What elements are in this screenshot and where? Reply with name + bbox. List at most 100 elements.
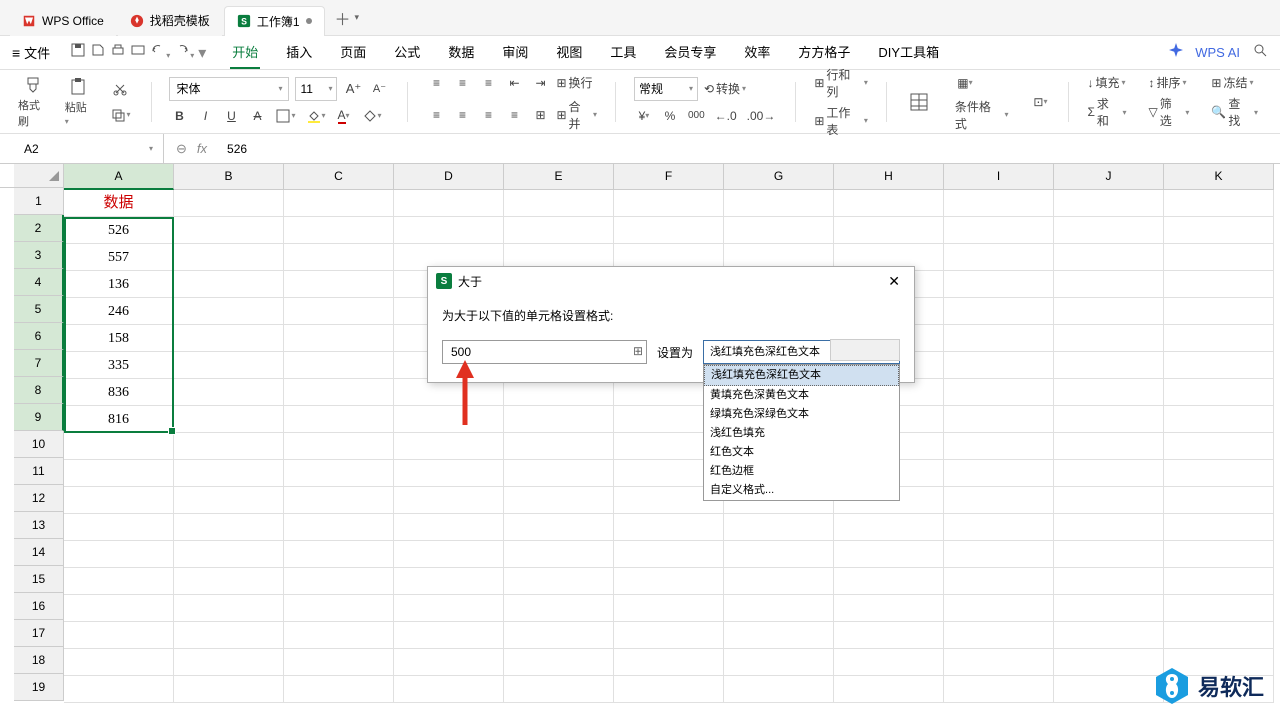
dropdown-option[interactable]: 浅红填充色深红色文本 [704, 365, 899, 386]
cell[interactable] [174, 298, 284, 325]
cell[interactable] [1054, 676, 1164, 703]
cell[interactable] [174, 568, 284, 595]
cell[interactable] [64, 622, 174, 649]
cell[interactable] [1054, 541, 1164, 568]
cell[interactable] [724, 514, 834, 541]
row-header[interactable]: 10 [14, 431, 64, 458]
cell[interactable] [504, 487, 614, 514]
row-header[interactable]: 1 [14, 188, 64, 215]
cell[interactable] [174, 649, 284, 676]
cell[interactable] [504, 217, 614, 244]
row-header[interactable]: 16 [14, 593, 64, 620]
cell-reference-box[interactable]: A2▾ [14, 134, 164, 163]
increase-decimal-icon[interactable]: .00→ [745, 105, 778, 127]
cell[interactable] [834, 541, 944, 568]
cell[interactable] [64, 514, 174, 541]
convert-button[interactable]: ⟲ 转换▾ [704, 80, 746, 97]
dropdown-option[interactable]: 浅红色填充 [704, 424, 899, 443]
cell[interactable] [174, 190, 284, 217]
cell[interactable] [1054, 487, 1164, 514]
cell[interactable] [394, 433, 504, 460]
cell[interactable] [944, 514, 1054, 541]
rowcol-button[interactable]: ⊞ 行和列▾ [814, 66, 868, 100]
cell[interactable] [1164, 325, 1274, 352]
cell[interactable] [394, 676, 504, 703]
cell[interactable]: 816 [64, 406, 174, 433]
cell[interactable] [614, 568, 724, 595]
underline-button[interactable]: U [221, 105, 241, 127]
align-justify-icon[interactable]: ≡ [504, 104, 524, 126]
dropdown-option[interactable]: 红色文本 [704, 443, 899, 462]
cell[interactable] [1164, 487, 1274, 514]
cell[interactable] [394, 460, 504, 487]
cell[interactable] [1054, 568, 1164, 595]
clear-format-button[interactable]: ▾ [360, 105, 384, 127]
select-all-corner[interactable] [14, 164, 64, 188]
cell[interactable] [944, 325, 1054, 352]
dialog-titlebar[interactable]: S 大于 ✕ [428, 267, 914, 295]
tab-dropdown-icon[interactable]: ▾ [355, 12, 360, 23]
cell[interactable] [724, 217, 834, 244]
cell[interactable] [724, 568, 834, 595]
cell[interactable] [174, 514, 284, 541]
cell[interactable] [394, 595, 504, 622]
cell[interactable] [64, 649, 174, 676]
cell[interactable] [614, 217, 724, 244]
cell[interactable] [394, 487, 504, 514]
cell[interactable] [394, 379, 504, 406]
cell[interactable] [1054, 514, 1164, 541]
cell[interactable] [284, 568, 394, 595]
cell[interactable] [174, 433, 284, 460]
wps-ai-button[interactable]: WPS AI [1195, 45, 1240, 60]
cell[interactable] [724, 676, 834, 703]
tab-workbook[interactable]: S 工作簿1 [224, 6, 325, 36]
cell[interactable] [1164, 217, 1274, 244]
cell[interactable] [284, 217, 394, 244]
cell[interactable] [834, 568, 944, 595]
cell[interactable] [944, 352, 1054, 379]
cell[interactable] [834, 595, 944, 622]
cell[interactable] [64, 595, 174, 622]
cell[interactable] [834, 190, 944, 217]
cell[interactable] [944, 406, 1054, 433]
cell[interactable]: 136 [64, 271, 174, 298]
cell[interactable] [834, 649, 944, 676]
menu-fanggezi[interactable]: 方方格子 [796, 36, 852, 69]
bold-button[interactable]: B [169, 105, 189, 127]
search-icon[interactable] [1252, 42, 1268, 63]
cell[interactable] [174, 460, 284, 487]
row-header[interactable]: 14 [14, 539, 64, 566]
column-header[interactable]: I [944, 164, 1054, 190]
cell[interactable] [504, 190, 614, 217]
cell[interactable] [284, 595, 394, 622]
cell[interactable] [284, 325, 394, 352]
cell[interactable] [1164, 271, 1274, 298]
formula-input[interactable]: 526 [219, 142, 1280, 156]
cell[interactable] [284, 271, 394, 298]
cell[interactable] [944, 541, 1054, 568]
orientation-icon[interactable]: ⊞ [530, 104, 550, 126]
cell[interactable] [174, 271, 284, 298]
cell[interactable] [174, 676, 284, 703]
cell[interactable] [1054, 271, 1164, 298]
column-header[interactable]: E [504, 164, 614, 190]
align-bottom-icon[interactable]: ≡ [478, 72, 498, 94]
row-header[interactable]: 9 [14, 404, 64, 431]
cell[interactable] [1054, 244, 1164, 271]
cell[interactable] [1164, 460, 1274, 487]
tab-wps-office[interactable]: WPS Office [10, 6, 116, 36]
cell[interactable]: 526 [64, 217, 174, 244]
column-header[interactable]: D [394, 164, 504, 190]
cell[interactable] [284, 190, 394, 217]
comma-icon[interactable]: 000 [686, 105, 707, 127]
cell[interactable] [1054, 217, 1164, 244]
column-header[interactable]: A [64, 164, 174, 190]
hamburger-icon[interactable]: ≡ [12, 45, 20, 61]
row-header[interactable]: 5 [14, 296, 64, 323]
row-header[interactable]: 11 [14, 458, 64, 485]
increase-font-icon[interactable]: A⁺ [343, 78, 363, 100]
column-header[interactable]: J [1054, 164, 1164, 190]
paste-button[interactable]: 粘贴▾ [61, 77, 95, 127]
cell[interactable] [1164, 514, 1274, 541]
menu-file[interactable]: 文件 [24, 43, 50, 62]
